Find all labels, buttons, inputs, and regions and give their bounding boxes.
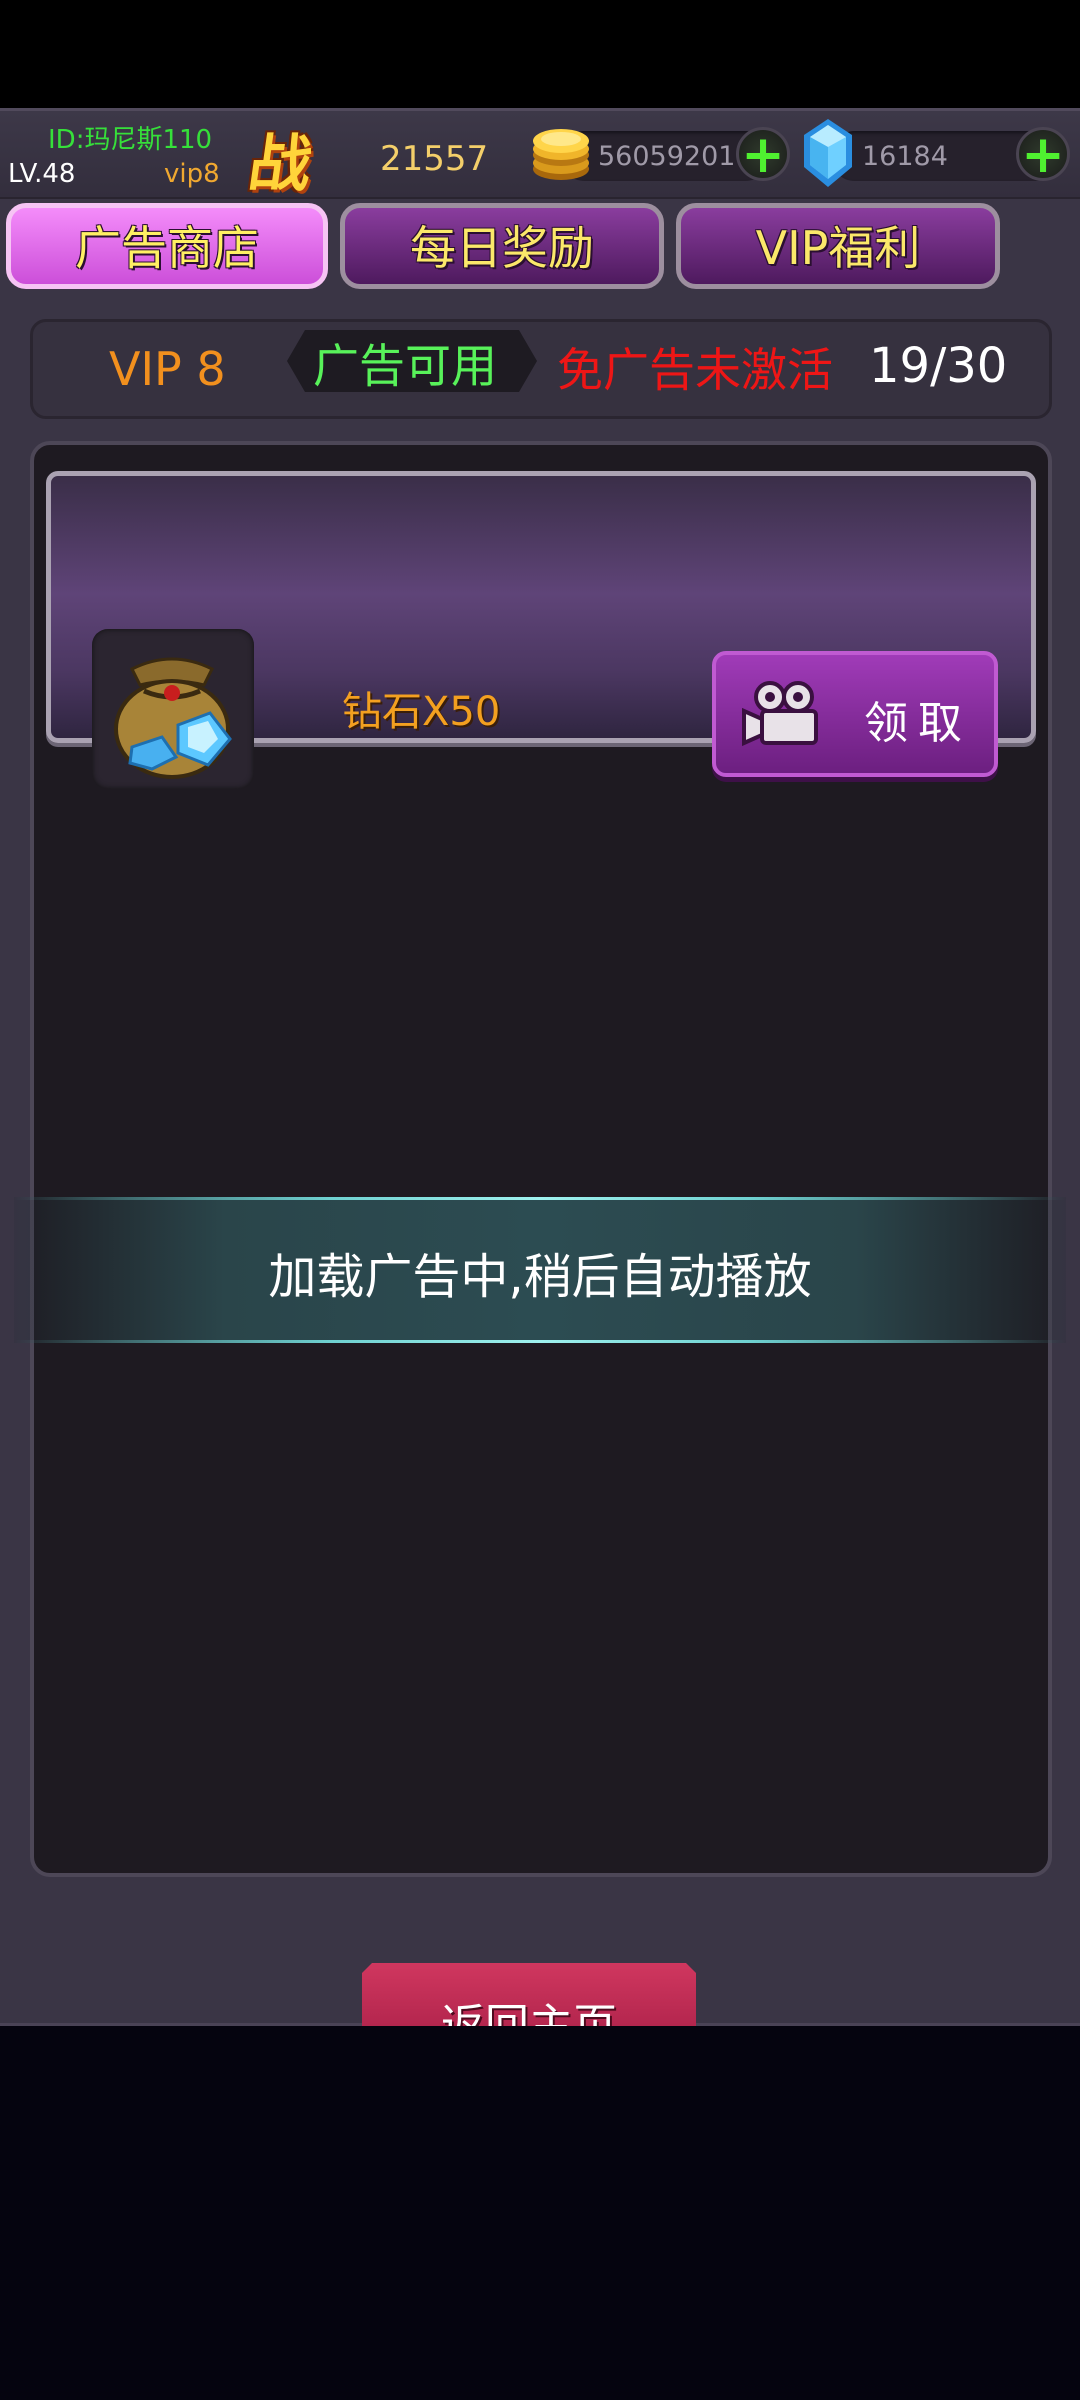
gem-value: 16184 xyxy=(862,141,948,172)
ad-available-status: 广告可用 xyxy=(313,339,497,393)
toast-message: 加载广告中,稍后自动播放 xyxy=(268,1249,812,1305)
background-bottom xyxy=(0,2026,1080,2400)
system-status-bar xyxy=(0,0,1080,108)
player-id: ID:玛尼斯110 xyxy=(48,125,213,155)
ad-status-row: VIP 8 广告可用 免广告未激活 19/30 xyxy=(30,319,1052,419)
gem-icon xyxy=(804,119,852,187)
player-vip: vip8 xyxy=(164,159,220,189)
toast-divider xyxy=(14,1197,1066,1200)
tab-vip-benefits[interactable]: VIP福利 xyxy=(676,203,1000,289)
loading-ad-toast: 加载广告中,稍后自动播放 xyxy=(14,1197,1066,1343)
ad-shop-panel: ID:玛尼斯110 LV.48 vip8 战 21557 56059201 + … xyxy=(0,108,1080,2071)
diamond-bag-icon xyxy=(92,629,254,789)
ad-count: 19/30 xyxy=(869,338,1008,394)
gold-value: 56059201 xyxy=(598,141,736,172)
tab-ad-shop[interactable]: 广告商店 xyxy=(6,203,328,289)
reward-name: 钻石X50 xyxy=(342,689,501,735)
video-camera-icon xyxy=(742,681,818,747)
claim-button[interactable]: 领取 xyxy=(712,651,998,777)
add-gem-button[interactable]: + xyxy=(1016,127,1070,181)
battle-power-value: 21557 xyxy=(380,139,489,179)
tab-daily-reward[interactable]: 每日奖励 xyxy=(340,203,664,289)
player-level: LV.48 xyxy=(8,159,76,189)
add-gold-button[interactable]: + xyxy=(736,127,790,181)
ad-free-status: 免广告未激活 xyxy=(557,343,833,397)
vip-level-label: VIP 8 xyxy=(109,342,226,396)
claim-button-label: 领取 xyxy=(864,698,972,749)
player-top-bar: ID:玛尼斯110 LV.48 vip8 战 21557 56059201 + … xyxy=(0,111,1080,200)
battle-power-icon: 战 xyxy=(244,127,317,200)
toast-divider xyxy=(14,1340,1066,1343)
gold-coin-icon xyxy=(533,129,589,180)
